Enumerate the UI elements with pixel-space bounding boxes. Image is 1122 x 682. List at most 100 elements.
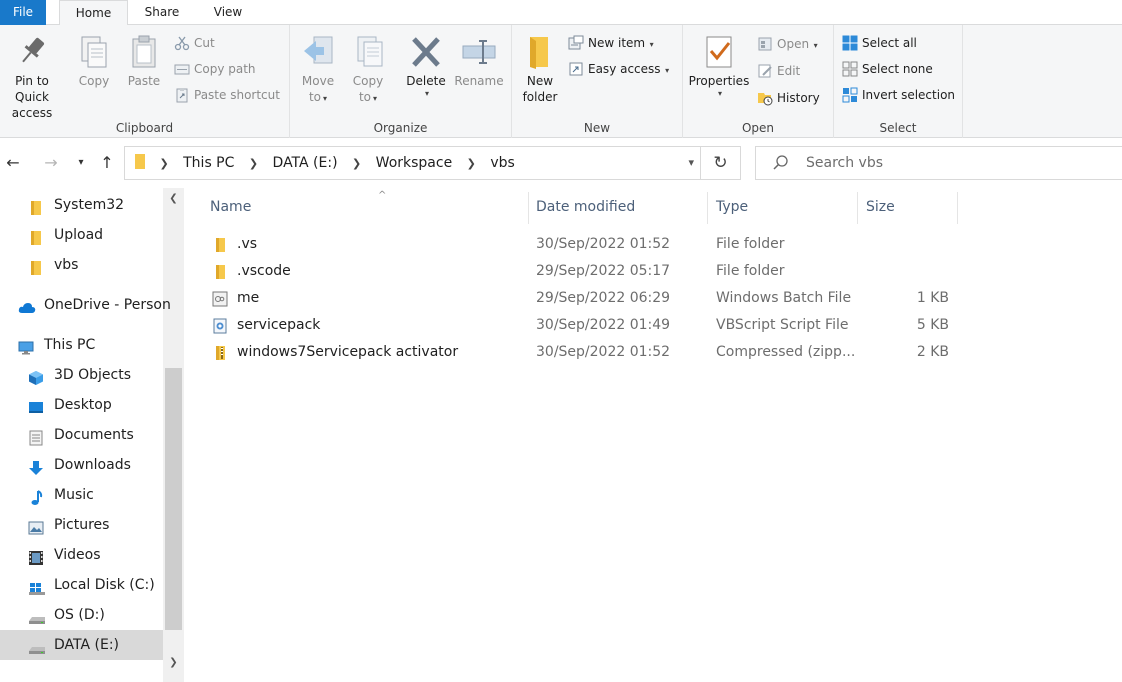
search-box[interactable]: Search vbs [755,146,1122,180]
properties-button[interactable]: Properties ▾ [687,29,751,99]
file-row[interactable]: windows7Servicepack activator 30/Sep/2022… [204,339,964,366]
batch-file-icon [212,290,228,307]
file-row[interactable]: me 29/Sep/2022 06:29 Windows Batch File 1 K… [204,285,964,312]
file-row[interactable]: .vs 30/Sep/2022 01:52 File folder [204,231,964,258]
desktop-icon [28,397,44,413]
file-name: .vscode [237,263,291,279]
file-type: Windows Batch File [716,290,852,306]
scroll-up-chevron-icon[interactable]: ❮ [163,188,184,210]
file-date-modified: 30/Sep/2022 01:52 [536,236,671,252]
copy-to-label-line2: to ▾ [358,90,378,104]
address-dropdown-chevron-icon[interactable]: ▾ [688,147,694,179]
breadcrumb-vbs[interactable]: vbs [490,155,514,171]
nav-item-os-d[interactable]: OS (D:) [0,600,163,630]
edit-icon [757,63,773,79]
file-name: me [237,290,260,306]
nav-item-downloads[interactable]: Downloads [0,450,163,480]
file-row[interactable]: servicepack 30/Sep/2022 01:49 VBScript Scr… [204,312,964,339]
column-header-date-modified[interactable]: Date modified [528,192,708,224]
breadcrumb-this-pc[interactable]: This PC [183,155,234,171]
invert-selection-button[interactable]: Invert selection [842,84,955,106]
breadcrumb-separator-icon[interactable]: ❯ [159,157,168,170]
tab-file[interactable]: File [0,0,46,25]
new-item-button[interactable]: New item ▾ [568,32,654,54]
zip-file-icon [212,344,228,360]
delete-x-icon [408,33,444,71]
breadcrumb-data-drive[interactable]: DATA (E:) [273,155,338,171]
breadcrumb-separator-icon[interactable]: ❯ [467,157,476,170]
history-button[interactable]: History [757,87,820,109]
nav-item-pictures[interactable]: Pictures [0,510,163,540]
nav-item-documents[interactable]: Documents [0,420,163,450]
scroll-down-chevron-icon[interactable]: ❯ [163,652,184,674]
folder-icon [28,197,44,215]
tab-share[interactable]: Share [136,0,188,25]
nav-item-system32[interactable]: System32 [0,190,163,220]
nav-item-label: Videos [54,547,101,563]
copy-button[interactable]: Copy [72,29,116,89]
nav-item-label: vbs [54,257,79,273]
address-bar[interactable]: ❯ This PC ❯ DATA (E:) ❯ Workspace ❯ vbs … [124,146,701,180]
copy-path-button[interactable]: Copy path [174,58,256,80]
column-header-name[interactable]: Name ^ [202,190,529,224]
tab-view[interactable]: View [202,0,254,25]
video-icon [28,547,44,565]
clipboard-icon [126,33,162,71]
breadcrumb-separator-icon[interactable]: ❯ [352,157,361,170]
move-to-button[interactable]: Move to ▾ [296,29,340,107]
nav-item-this-pc[interactable]: This PC [0,330,163,360]
new-folder-button[interactable]: New folder [518,29,562,105]
select-all-button[interactable]: Select all [842,32,917,54]
forward-arrow-icon[interactable]: → [40,150,62,176]
tab-home[interactable]: Home [59,0,128,26]
file-row[interactable]: .vscode 29/Sep/2022 05:17 File folder [204,258,964,285]
nav-item-local-disk-c[interactable]: Local Disk (C:) [0,570,163,600]
rename-button[interactable]: Rename [452,29,506,89]
column-header-size[interactable]: Size [858,192,958,224]
file-size: 2 KB [916,344,949,360]
properties-checkmark-icon [701,33,737,71]
document-icon [28,427,44,446]
clipboard-group: Pin to Quick access Copy Paste Cut Copy … [0,25,290,138]
folder-icon [212,263,228,279]
scroll-thumb[interactable] [165,368,182,630]
recent-locations-chevron-icon[interactable]: ▾ [70,150,92,176]
breadcrumb-workspace[interactable]: Workspace [376,155,453,171]
new-item-caret-icon: ▾ [647,40,654,49]
nav-pane-scrollbar[interactable]: ❮ ❯ [163,188,184,682]
organize-group-label: Organize [373,121,428,135]
folder-icon [28,257,44,275]
edit-button[interactable]: Edit [757,60,800,82]
delete-button[interactable]: Delete ▾ [400,29,452,99]
nav-item-upload[interactable]: Upload [0,220,163,250]
nav-item-3d-objects[interactable]: 3D Objects [0,360,163,390]
open-button[interactable]: Open ▾ [757,33,818,55]
nav-item-vbs[interactable]: vbs [0,250,163,280]
up-arrow-icon[interactable]: ↑ [96,150,118,176]
column-header-type[interactable]: Type [708,192,858,224]
paste-shortcut-button[interactable]: Paste shortcut [174,84,280,106]
copy-to-button[interactable]: Copy to ▾ [346,29,390,107]
paste-button[interactable]: Paste [122,29,166,89]
breadcrumb-separator-icon[interactable]: ❯ [249,157,258,170]
cut-button[interactable]: Cut [174,32,215,54]
nav-item-music[interactable]: Music [0,480,163,510]
move-to-icon [300,33,336,71]
easy-access-label: Easy access [588,62,661,76]
select-none-label: Select none [862,62,933,76]
nav-item-videos[interactable]: Videos [0,540,163,570]
select-none-button[interactable]: Select none [842,58,933,80]
nav-item-onedrive-person[interactable]: OneDrive - Person [0,290,171,320]
back-arrow-icon[interactable]: ← [2,150,24,176]
delete-caret-icon: ▾ [424,89,429,98]
new-folder-label-line2: folder [522,90,558,104]
file-date-modified: 30/Sep/2022 01:52 [536,344,671,360]
nav-item-label: System32 [54,197,125,213]
pin-to-quick-access-button[interactable]: Pin to Quick access [0,29,66,121]
nav-item-desktop[interactable]: Desktop [0,390,163,420]
search-input[interactable]: Search vbs [806,147,883,179]
move-to-label-line2: to ▾ [308,90,328,104]
easy-access-button[interactable]: Easy access ▾ [568,58,669,80]
nav-item-data-e[interactable]: DATA (E:) [0,630,163,660]
refresh-icon[interactable]: ↻ [701,146,741,180]
